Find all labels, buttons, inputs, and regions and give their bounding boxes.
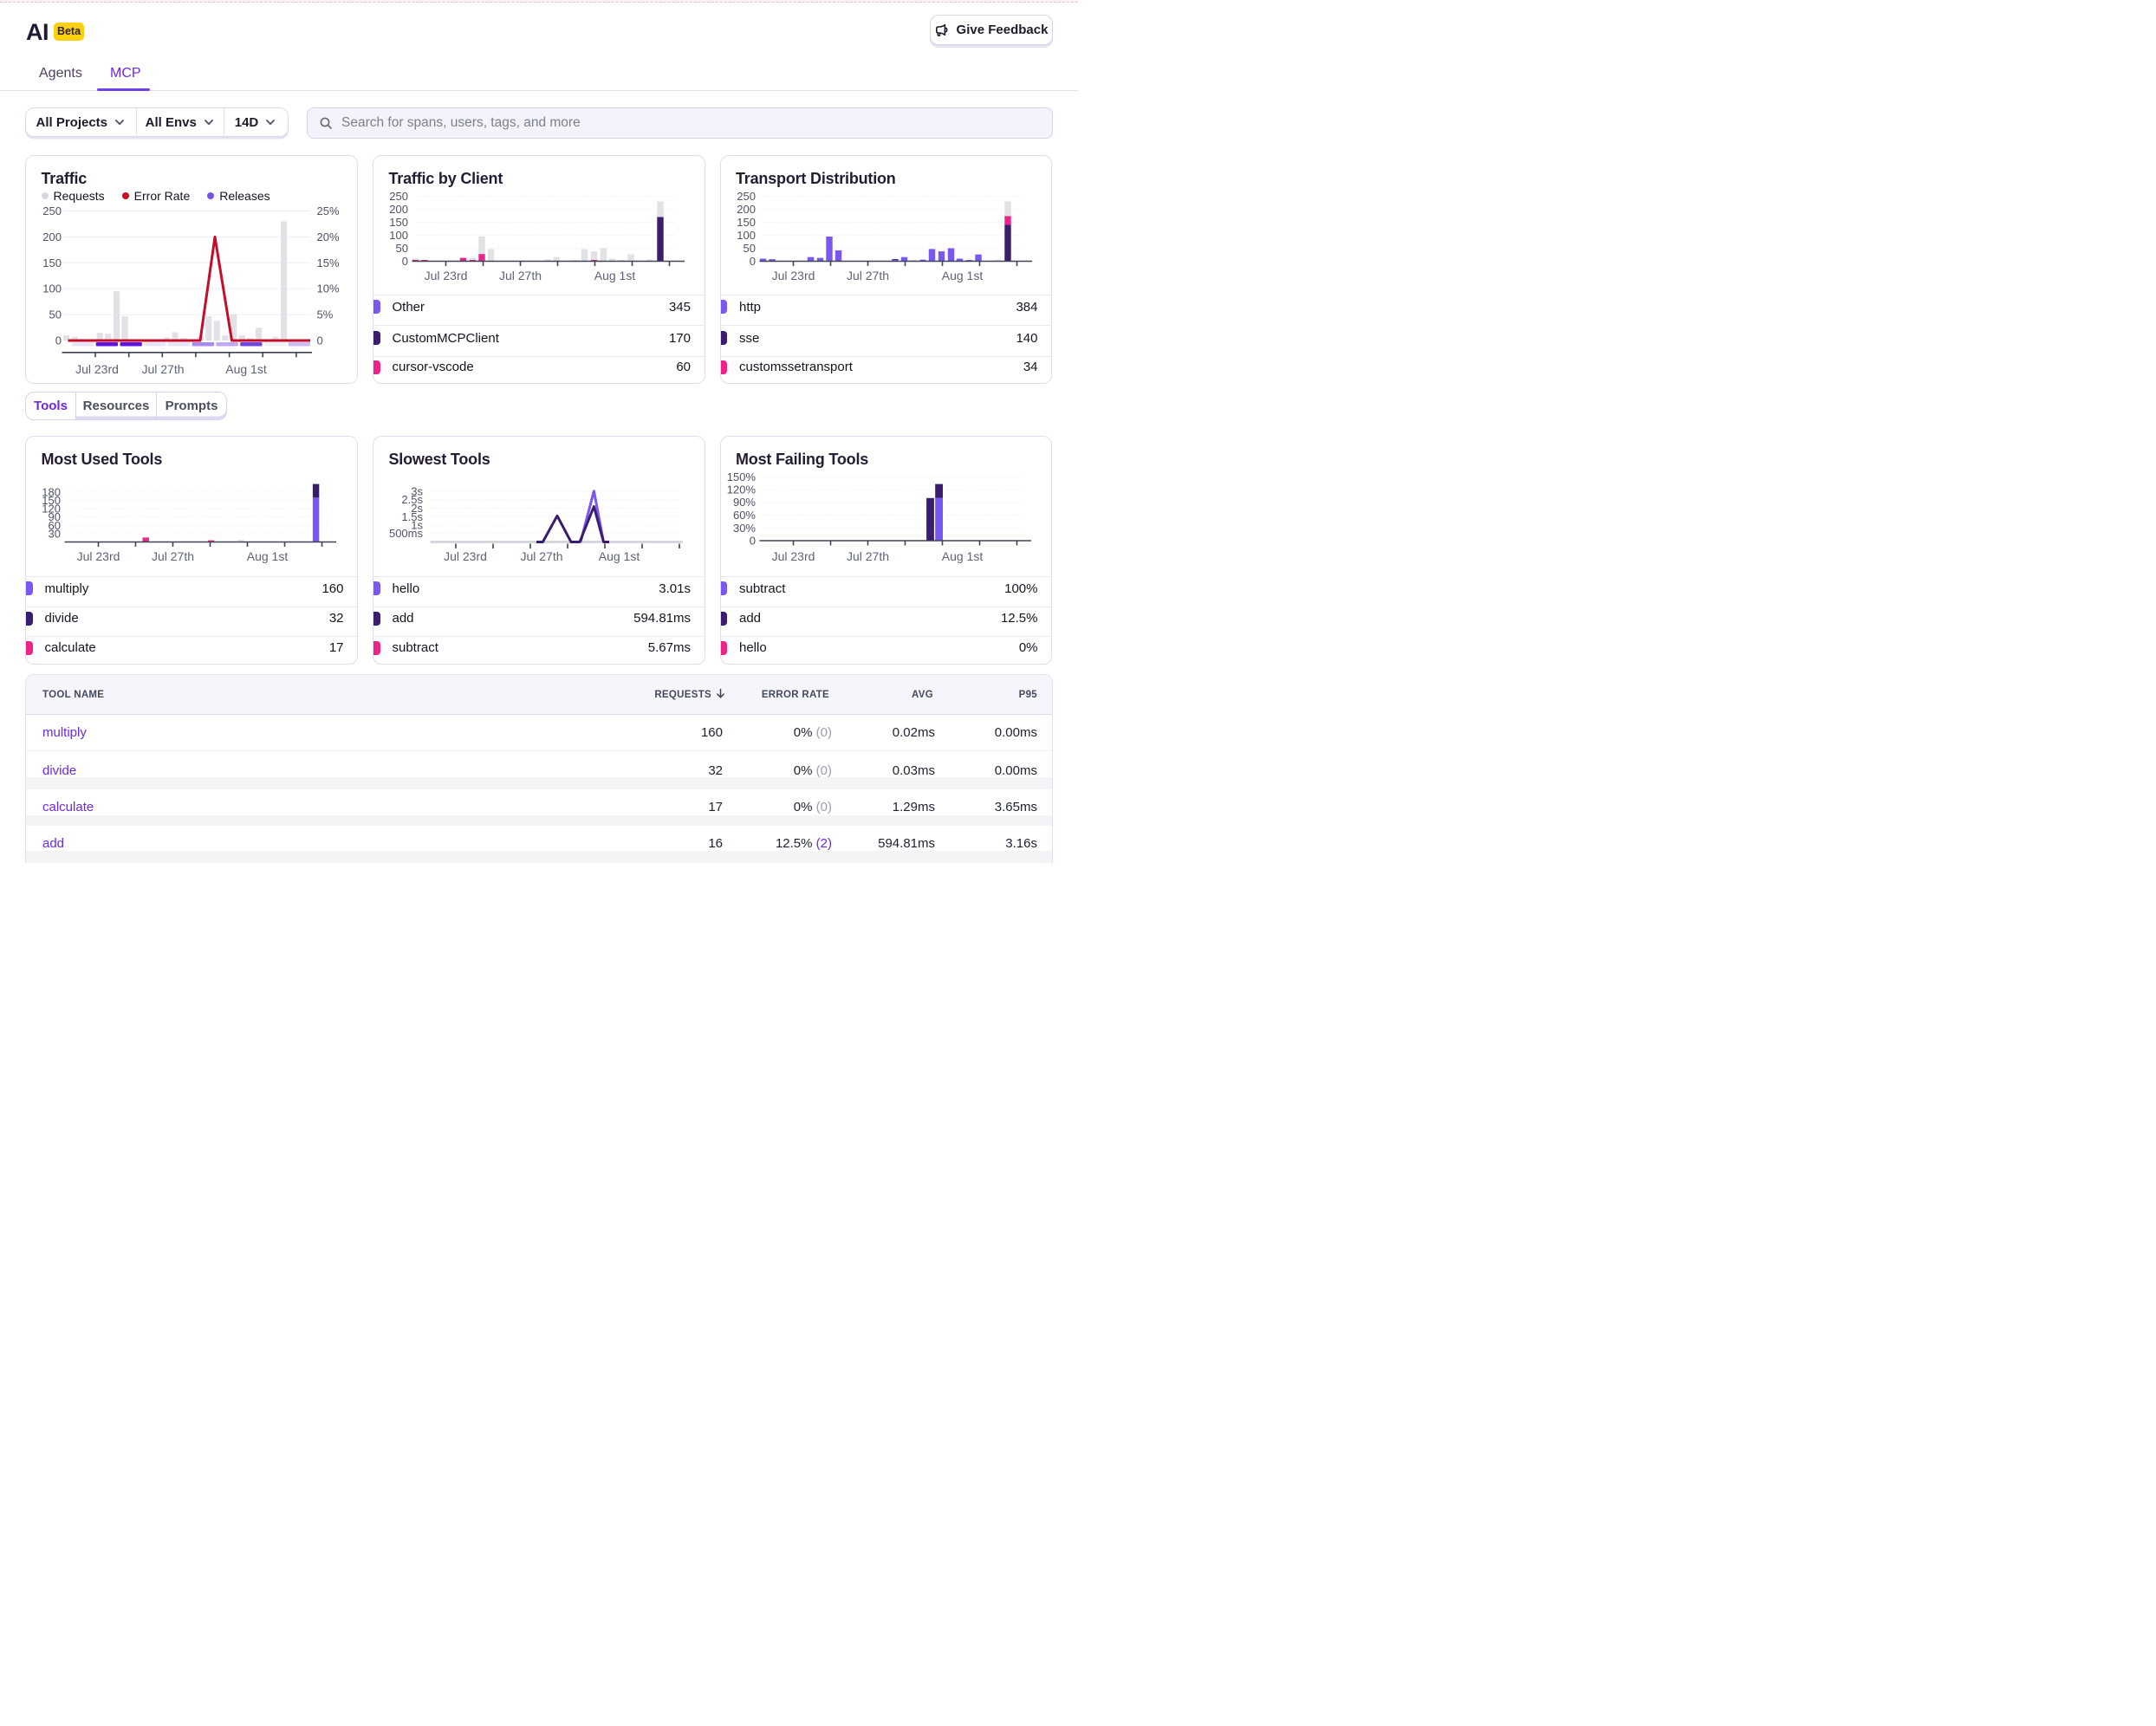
- svg-text:50: 50: [396, 242, 408, 255]
- svg-text:Jul 23rd: Jul 23rd: [425, 269, 468, 282]
- svg-text:3s: 3s: [411, 484, 423, 497]
- svg-text:Jul 27th: Jul 27th: [846, 269, 888, 282]
- svg-text:150%: 150%: [726, 470, 756, 483]
- svg-text:25%: 25%: [317, 204, 340, 217]
- svg-text:15%: 15%: [317, 256, 340, 269]
- svg-text:Jul 27th: Jul 27th: [520, 549, 562, 563]
- svg-text:0: 0: [749, 255, 755, 268]
- svg-text:Aug 1st: Aug 1st: [941, 549, 983, 563]
- svg-text:250: 250: [389, 190, 408, 203]
- svg-text:Jul 27th: Jul 27th: [141, 362, 184, 376]
- svg-text:50: 50: [49, 308, 62, 321]
- svg-text:0: 0: [402, 255, 408, 268]
- svg-text:200: 200: [389, 203, 408, 216]
- svg-text:120%: 120%: [726, 483, 756, 496]
- svg-text:150: 150: [737, 216, 756, 229]
- svg-text:150: 150: [42, 256, 62, 269]
- svg-text:Aug 1st: Aug 1st: [594, 269, 636, 282]
- svg-text:Jul 27th: Jul 27th: [846, 549, 888, 563]
- svg-text:250: 250: [737, 190, 756, 203]
- svg-text:0: 0: [749, 534, 755, 547]
- svg-text:0: 0: [55, 334, 62, 347]
- svg-text:Aug 1st: Aug 1st: [599, 549, 640, 563]
- svg-text:Jul 27th: Jul 27th: [152, 549, 194, 563]
- svg-text:60%: 60%: [732, 509, 755, 522]
- svg-text:Jul 23rd: Jul 23rd: [444, 549, 487, 563]
- svg-text:200: 200: [42, 230, 62, 243]
- svg-text:Jul 23rd: Jul 23rd: [771, 549, 815, 563]
- svg-text:100: 100: [389, 229, 408, 242]
- svg-text:100: 100: [737, 229, 756, 242]
- svg-text:Jul 23rd: Jul 23rd: [771, 269, 815, 282]
- svg-text:5%: 5%: [317, 308, 334, 321]
- svg-text:Aug 1st: Aug 1st: [941, 269, 983, 282]
- svg-text:Aug 1st: Aug 1st: [225, 362, 267, 376]
- svg-text:0: 0: [317, 334, 323, 347]
- svg-text:100: 100: [42, 282, 62, 295]
- svg-text:150: 150: [389, 216, 408, 229]
- svg-text:Jul 27th: Jul 27th: [499, 269, 542, 282]
- svg-text:90%: 90%: [732, 496, 755, 509]
- svg-text:30%: 30%: [732, 521, 755, 534]
- svg-text:180: 180: [42, 485, 61, 498]
- svg-text:Jul 23rd: Jul 23rd: [77, 549, 120, 563]
- svg-text:10%: 10%: [317, 282, 340, 295]
- svg-text:20%: 20%: [317, 230, 340, 243]
- svg-text:250: 250: [42, 204, 62, 217]
- svg-text:Aug 1st: Aug 1st: [247, 549, 289, 563]
- svg-text:50: 50: [743, 242, 755, 255]
- svg-text:200: 200: [737, 203, 756, 216]
- svg-text:Jul 23rd: Jul 23rd: [75, 362, 119, 376]
